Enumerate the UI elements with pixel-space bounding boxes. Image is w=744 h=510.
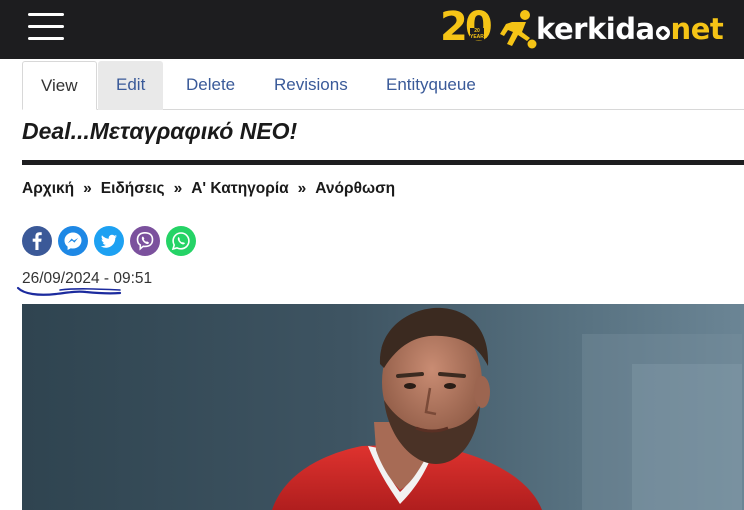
site-logo[interactable]: 20 20 YEARS kerkida net [438,4,728,54]
player-photo [22,304,744,510]
viber-icon[interactable] [130,226,160,256]
handwritten-underline [16,286,122,296]
brand-wordmark: kerkida net [536,12,724,46]
tab-delete[interactable]: Delete [168,61,253,110]
twitter-icon[interactable] [94,226,124,256]
admin-tabs: View Edit Delete Revisions Entityqueue [22,61,744,110]
site-header: 20 20 YEARS kerkida net [0,0,744,59]
breadcrumb-separator: » [173,180,183,197]
breadcrumb-category[interactable]: Α' Κατηγορία [191,180,288,197]
article-photo [22,304,744,510]
breadcrumb-home[interactable]: Αρχική [22,180,74,197]
hamburger-menu-icon[interactable] [28,12,64,42]
tab-edit[interactable]: Edit [98,61,164,110]
runner-icon [500,10,537,49]
whatsapp-icon[interactable] [166,226,196,256]
facebook-icon[interactable] [22,226,52,256]
tab-revisions[interactable]: Revisions [256,61,366,110]
tab-view[interactable]: View [22,61,97,110]
title-divider [22,160,744,165]
breadcrumb: Αρχική » Ειδήσεις » Α' Κατηγορία » Ανόρθωση [22,180,395,198]
tab-entityqueue[interactable]: Entityqueue [368,61,494,110]
football-icon [655,26,670,40]
breadcrumb-separator: » [83,180,92,197]
messenger-icon[interactable] [58,226,88,256]
article-title: Deal...Μεταγραφικό ΝΕΟ! [22,118,298,144]
breadcrumb-team[interactable]: Ανόρθωση [315,180,395,197]
breadcrumb-news[interactable]: Ειδήσεις [101,180,165,197]
breadcrumb-separator: » [297,180,307,197]
anniversary-badge: 20 20 YEARS [440,4,493,50]
